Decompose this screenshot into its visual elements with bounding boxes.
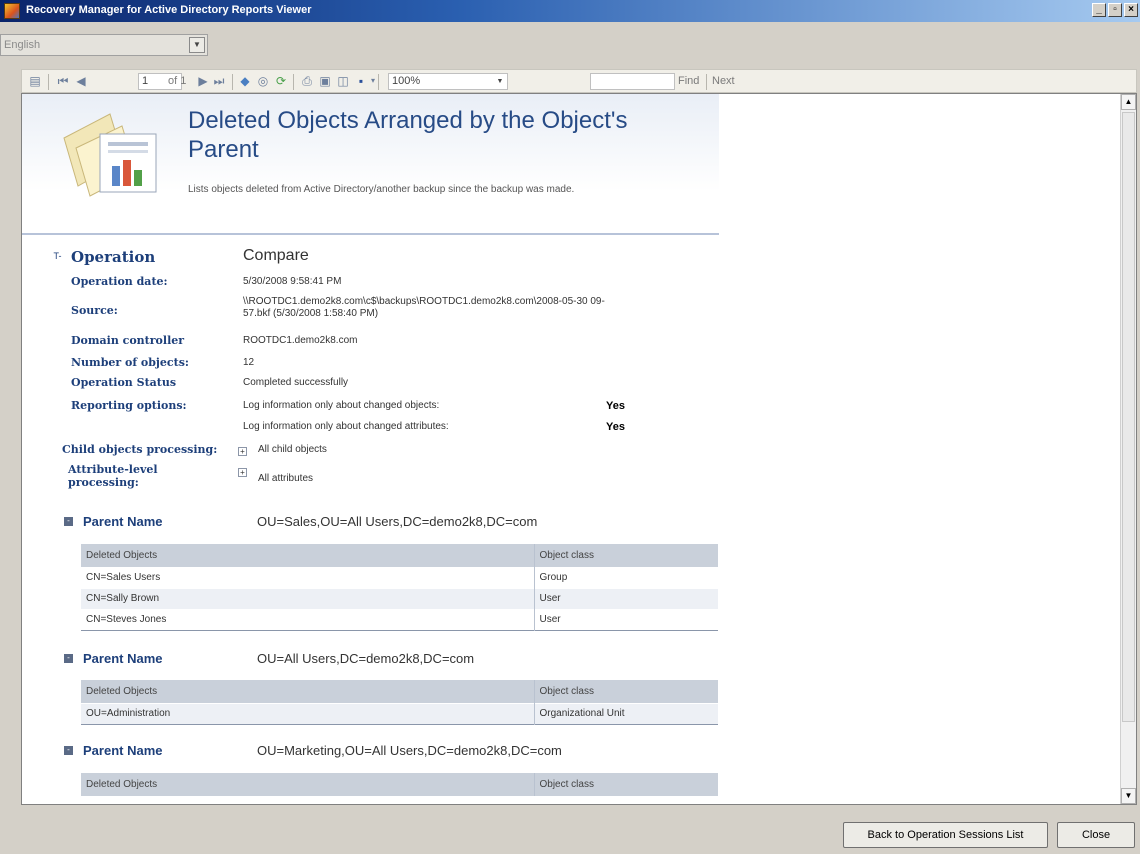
column-header: Object class — [533, 773, 718, 796]
language-select[interactable]: English ▼ — [0, 34, 208, 56]
child-objects-value: All child objects — [258, 444, 327, 455]
operation-date-label: Operation date: — [71, 275, 168, 288]
parent-name-label: Parent Name — [83, 514, 163, 529]
table-cell: User — [533, 608, 718, 630]
source-value-line2: 57.bkf (5/30/2008 1:58:40 PM) — [243, 308, 379, 319]
minimize-button[interactable]: _ — [1092, 3, 1106, 17]
reporting-option-objects-value: Yes — [606, 400, 625, 412]
collapse-group-icon[interactable]: - — [64, 517, 73, 526]
report-title: Deleted Objects Arranged by the Object's… — [188, 107, 628, 163]
find-input[interactable] — [590, 73, 675, 90]
print-icon[interactable]: ⎙ — [300, 74, 314, 88]
table-cell: CN=Sales Users — [81, 566, 534, 588]
report-toolbar: ▤ ⏮ ◀ 1 of 1 ▶ ⏭ ◆ ◎ ⟳ ⎙ ▣ ◫ ▪ ▾ 100% ▼ … — [21, 69, 1137, 93]
parent-name-value: OU=Marketing,OU=All Users,DC=demo2k8,DC=… — [257, 743, 562, 758]
next-link[interactable]: Next — [712, 74, 735, 88]
close-button[interactable]: Close — [1057, 822, 1135, 848]
reporting-option-attributes-value: Yes — [606, 421, 625, 433]
document-map-icon[interactable]: ▤ — [28, 74, 42, 88]
restore-button[interactable]: ▫ — [1108, 3, 1122, 17]
attribute-level-label-line2: processing: — [68, 476, 139, 489]
zoom-select[interactable]: 100% ▼ — [388, 73, 508, 90]
close-window-button[interactable]: × — [1124, 3, 1138, 17]
column-header: Deleted Objects — [81, 544, 534, 567]
expand-child-objects-icon[interactable]: + — [238, 447, 247, 456]
title-bar: Recovery Manager for Active Directory Re… — [0, 0, 1140, 22]
report-viewer: Deleted Objects Arranged by the Object's… — [21, 93, 1137, 805]
domain-controller-value: ROOTDC1.demo2k8.com — [243, 335, 358, 346]
object-count-value: 12 — [243, 357, 255, 368]
deleted-objects-table: Deleted Objects Object class — [81, 773, 718, 796]
app-icon — [4, 3, 20, 19]
vertical-scrollbar[interactable]: ▲ ▼ — [1120, 94, 1136, 804]
stop-icon[interactable]: ◎ — [256, 74, 270, 88]
column-header: Deleted Objects — [81, 680, 534, 703]
column-header: Deleted Objects — [81, 773, 534, 796]
operation-status-label: Operation Status — [71, 376, 177, 389]
child-objects-label: Child objects processing: — [62, 443, 218, 456]
operation-value: Compare — [243, 247, 309, 264]
parent-name-label: Parent Name — [83, 651, 163, 666]
scroll-up-icon[interactable]: ▲ — [1121, 94, 1136, 110]
collapse-group-icon[interactable]: - — [64, 746, 73, 755]
chevron-down-icon[interactable]: ▼ — [189, 37, 205, 53]
column-header: Object class — [533, 544, 718, 567]
first-page-icon[interactable]: ⏮ — [56, 74, 70, 88]
scroll-down-icon[interactable]: ▼ — [1121, 788, 1136, 804]
deleted-objects-table: Deleted Objects Object class CN=Sales Use… — [81, 544, 718, 631]
source-value-line1: \\ROOTDC1.demo2k8.com\c$\backups\ROOTDC1… — [243, 296, 605, 307]
window-title: Recovery Manager for Active Directory Re… — [26, 4, 312, 16]
page-count-label: of 1 — [168, 75, 187, 87]
chevron-down-icon[interactable]: ▼ — [494, 75, 506, 88]
domain-controller-label: Domain controller — [71, 334, 185, 347]
attribute-level-label-line1: Attribute-level — [68, 463, 158, 476]
collapse-operation-icon[interactable]: T- — [53, 252, 62, 261]
report-subtitle: Lists objects deleted from Active Direct… — [188, 184, 575, 195]
next-page-icon[interactable]: ▶ — [196, 74, 210, 88]
table-cell: OU=Administration — [81, 702, 534, 724]
back-icon[interactable]: ◆ — [238, 74, 252, 88]
scroll-thumb[interactable] — [1122, 112, 1135, 722]
find-link[interactable]: Find — [678, 74, 699, 88]
print-layout-icon[interactable]: ▣ — [318, 74, 332, 88]
parent-name-label: Parent Name — [83, 743, 163, 758]
last-page-icon[interactable]: ⏭ — [212, 74, 226, 88]
language-value: English — [4, 39, 41, 51]
operation-date-value: 5/30/2008 9:58:41 PM — [243, 276, 342, 287]
reporting-option-attributes: Log information only about changed attri… — [243, 421, 449, 432]
table-cell: Group — [533, 566, 718, 588]
table-cell: User — [533, 587, 718, 609]
attribute-level-value: All attributes — [258, 473, 314, 484]
report-logo-icon — [63, 113, 157, 197]
source-label: Source: — [71, 304, 118, 317]
operation-label: Operation — [71, 248, 156, 266]
refresh-icon[interactable]: ⟳ — [274, 74, 288, 88]
reporting-option-objects: Log information only about changed objec… — [243, 400, 440, 411]
table-cell: Organizational Unit — [533, 702, 718, 724]
parent-name-value: OU=Sales,OU=All Users,DC=demo2k8,DC=com — [257, 514, 538, 529]
operation-status-value: Completed successfully — [243, 377, 349, 388]
table-cell: CN=Sally Brown — [81, 587, 534, 609]
deleted-objects-table: Deleted Objects Object class OU=Administr… — [81, 680, 718, 725]
back-to-sessions-button[interactable]: Back to Operation Sessions List — [843, 822, 1048, 848]
collapse-group-icon[interactable]: - — [64, 654, 73, 663]
page-setup-icon[interactable]: ◫ — [336, 74, 350, 88]
parent-name-value: OU=All Users,DC=demo2k8,DC=com — [257, 651, 475, 666]
object-count-label: Number of objects: — [71, 356, 189, 369]
column-header: Object class — [533, 680, 718, 703]
report-header: Deleted Objects Arranged by the Object's… — [22, 94, 719, 235]
table-cell: CN=Steves Jones — [81, 608, 534, 630]
previous-page-icon[interactable]: ◀ — [74, 74, 88, 88]
expand-attributes-icon[interactable]: + — [238, 468, 247, 477]
reporting-options-label: Reporting options: — [71, 399, 187, 412]
